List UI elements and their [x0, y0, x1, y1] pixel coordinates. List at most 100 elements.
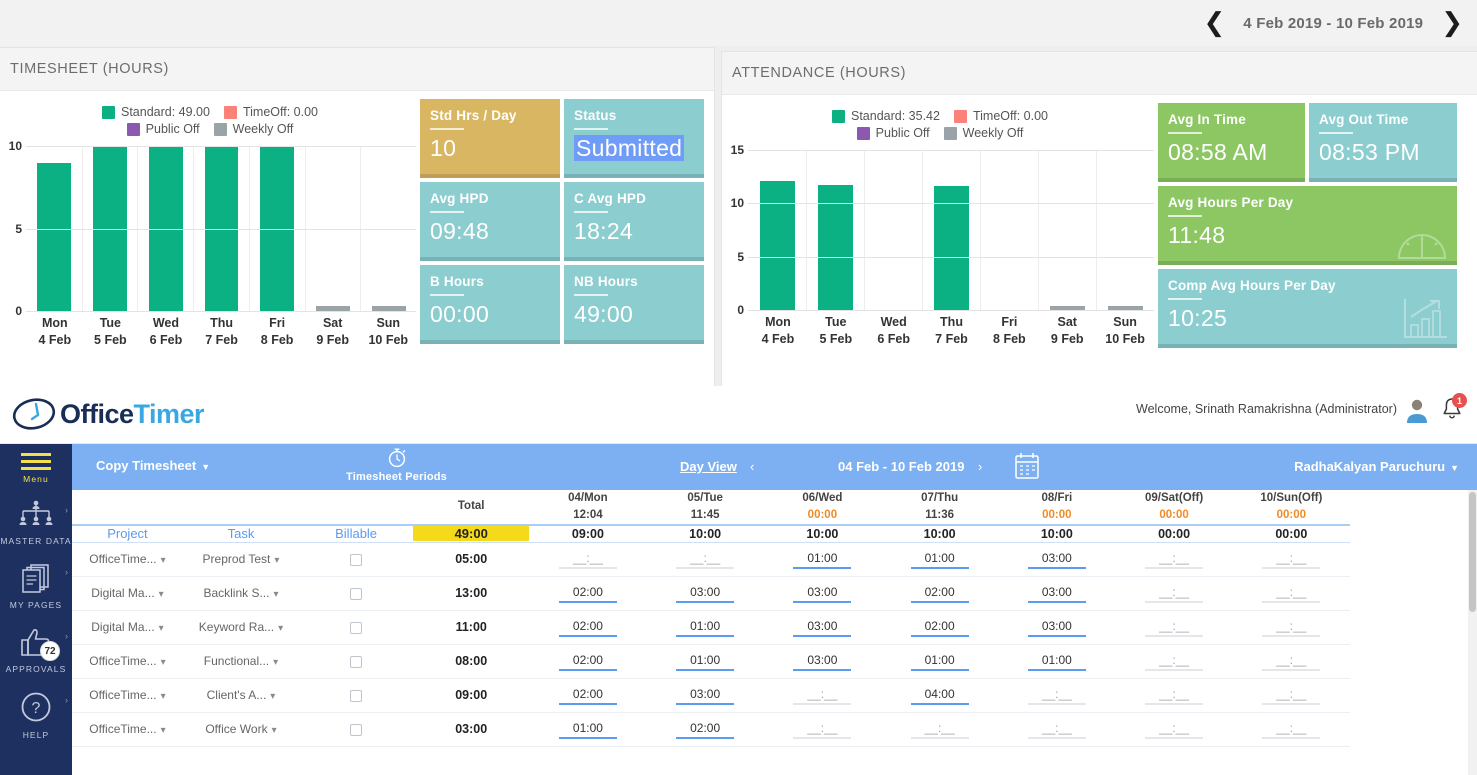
project-select[interactable]: OfficeTime...▾ — [72, 678, 183, 712]
hours-input[interactable]: 01:00 — [1028, 653, 1086, 671]
kpi-tile-b-hours[interactable]: B Hours00:00 — [420, 265, 560, 344]
chevron-right-icon: › — [65, 695, 68, 705]
chevron-right-icon: › — [65, 567, 68, 577]
hours-input[interactable]: 04:00 — [911, 687, 969, 705]
project-select[interactable]: Digital Ma...▾ — [72, 610, 183, 644]
billable-column-header[interactable]: Billable — [299, 525, 413, 541]
billable-checkbox[interactable] — [350, 724, 362, 736]
copy-timesheet-button[interactable]: Copy Timesheet▼ — [96, 458, 210, 473]
hours-input[interactable]: __:__ — [1145, 687, 1203, 705]
task-select[interactable]: Preprod Test▾ — [183, 542, 299, 576]
hours-input[interactable]: 02:00 — [559, 687, 617, 705]
officetimer-logo[interactable]: OfficeTimer — [12, 394, 204, 434]
hours-input[interactable]: 03:00 — [1028, 619, 1086, 637]
sidebar-item-master-data[interactable]: › MASTER DATA — [0, 491, 72, 553]
grid-line — [26, 146, 416, 147]
hours-input[interactable]: 01:00 — [911, 653, 969, 671]
kpi-tile-c-avg-hpd[interactable]: C Avg HPD18:24 — [564, 182, 704, 261]
hours-input[interactable]: __:__ — [793, 721, 851, 739]
hours-input[interactable]: __:__ — [559, 551, 617, 569]
hours-input[interactable]: __:__ — [1145, 721, 1203, 739]
hours-input[interactable]: __:__ — [1262, 619, 1320, 637]
task-select[interactable]: Keyword Ra...▾ — [183, 610, 299, 644]
hours-input[interactable]: 02:00 — [911, 619, 969, 637]
kpi-tile-status[interactable]: StatusSubmitted — [564, 99, 704, 178]
hours-input[interactable]: __:__ — [1145, 653, 1203, 671]
billable-checkbox[interactable] — [350, 554, 362, 566]
hours-input[interactable]: 02:00 — [911, 585, 969, 603]
hours-input[interactable]: 03:00 — [1028, 551, 1086, 569]
hours-input[interactable]: __:__ — [1262, 721, 1320, 739]
hours-input[interactable]: __:__ — [1028, 687, 1086, 705]
hours-input[interactable]: 02:00 — [559, 585, 617, 603]
hours-input[interactable]: __:__ — [1262, 585, 1320, 603]
notifications-button[interactable]: 1 — [1441, 397, 1463, 424]
task-select[interactable]: Backlink S...▾ — [183, 576, 299, 610]
hours-input[interactable]: 03:00 — [793, 585, 851, 603]
kpi-tile-std-hrs-day[interactable]: Std Hrs / Day10 — [420, 99, 560, 178]
task-select[interactable]: Office Work▾ — [183, 712, 299, 746]
calendar-button[interactable] — [1012, 450, 1042, 485]
hours-input[interactable]: 03:00 — [676, 687, 734, 705]
billable-checkbox[interactable] — [350, 588, 362, 600]
hours-input[interactable]: 02:00 — [559, 619, 617, 637]
hours-cell: 01:00 — [647, 644, 764, 678]
hours-input[interactable]: __:__ — [911, 721, 969, 739]
chart-bar — [934, 186, 969, 310]
hours-input[interactable]: 01:00 — [676, 619, 734, 637]
user-selector[interactable]: RadhaKalyan Paruchuru▼ — [1294, 459, 1459, 474]
chevron-left-icon[interactable]: ❮ — [1204, 10, 1226, 36]
hours-input[interactable]: __:__ — [1262, 653, 1320, 671]
billable-checkbox[interactable] — [350, 656, 362, 668]
hours-input[interactable]: __:__ — [1262, 551, 1320, 569]
hours-input[interactable]: 01:00 — [911, 551, 969, 569]
billable-checkbox[interactable] — [350, 622, 362, 634]
hours-input[interactable]: 01:00 — [793, 551, 851, 569]
hours-input[interactable]: 01:00 — [559, 721, 617, 739]
hours-input[interactable]: 03:00 — [793, 619, 851, 637]
kpi-tile-avg-hpd[interactable]: Avg HPD09:48 — [420, 182, 560, 261]
sidebar-item-approvals[interactable]: › 72 APPROVALS — [0, 617, 72, 681]
hours-input[interactable]: __:__ — [1145, 551, 1203, 569]
project-select[interactable]: OfficeTime...▾ — [72, 712, 183, 746]
task-select[interactable]: Client's A...▾ — [183, 678, 299, 712]
vertical-scrollbar[interactable] — [1468, 490, 1477, 775]
hours-input[interactable]: __:__ — [1262, 687, 1320, 705]
hours-input[interactable]: 03:00 — [676, 585, 734, 603]
task-select[interactable]: Functional...▾ — [183, 644, 299, 678]
timesheet-periods-button[interactable]: Timesheet Periods — [344, 446, 449, 483]
task-column-header[interactable]: Task — [183, 525, 299, 541]
total-header: Total — [413, 490, 529, 523]
kpi-tile-comp-avg-hours-per-day[interactable]: Comp Avg Hours Per Day10:25 — [1158, 269, 1457, 348]
avatar[interactable] — [1405, 397, 1429, 426]
scrollbar-thumb[interactable] — [1469, 492, 1476, 612]
hours-input[interactable]: 02:00 — [676, 721, 734, 739]
project-select[interactable]: OfficeTime...▾ — [72, 644, 183, 678]
project-select[interactable]: OfficeTime...▾ — [72, 542, 183, 576]
hours-cell: __:__ — [1115, 644, 1232, 678]
billable-checkbox[interactable] — [350, 690, 362, 702]
next-week-button[interactable]: › — [978, 459, 982, 474]
kpi-tile-avg-hours-per-day[interactable]: Avg Hours Per Day11:48 — [1158, 186, 1457, 265]
hours-input[interactable]: 03:00 — [1028, 585, 1086, 603]
hours-input[interactable]: 03:00 — [793, 653, 851, 671]
kpi-tile-nb-hours[interactable]: NB Hours49:00 — [564, 265, 704, 344]
day-view-link[interactable]: Day View — [680, 459, 737, 474]
sidebar-item-menu[interactable]: Menu — [0, 444, 72, 491]
hours-input[interactable]: __:__ — [676, 551, 734, 569]
project-column-header[interactable]: Project — [72, 525, 183, 541]
hours-input[interactable]: __:__ — [1145, 619, 1203, 637]
kpi-tile-avg-out-time[interactable]: Avg Out Time08:53 PM — [1309, 103, 1457, 182]
kpi-tile-avg-in-time[interactable]: Avg In Time08:58 AM — [1158, 103, 1305, 182]
sidebar-item-help[interactable]: › ? HELP — [0, 681, 72, 747]
chevron-right-icon[interactable]: ❯ — [1441, 10, 1463, 36]
hours-input[interactable]: __:__ — [793, 687, 851, 705]
project-select[interactable]: Digital Ma...▾ — [72, 576, 183, 610]
hours-input[interactable]: 02:00 — [559, 653, 617, 671]
prev-week-button[interactable]: ‹ — [750, 459, 754, 474]
sidebar-item-my-pages[interactable]: › MY PAGES — [0, 553, 72, 617]
hours-input[interactable]: 01:00 — [676, 653, 734, 671]
bar-slot — [864, 150, 922, 310]
hours-input[interactable]: __:__ — [1145, 585, 1203, 603]
hours-input[interactable]: __:__ — [1028, 721, 1086, 739]
